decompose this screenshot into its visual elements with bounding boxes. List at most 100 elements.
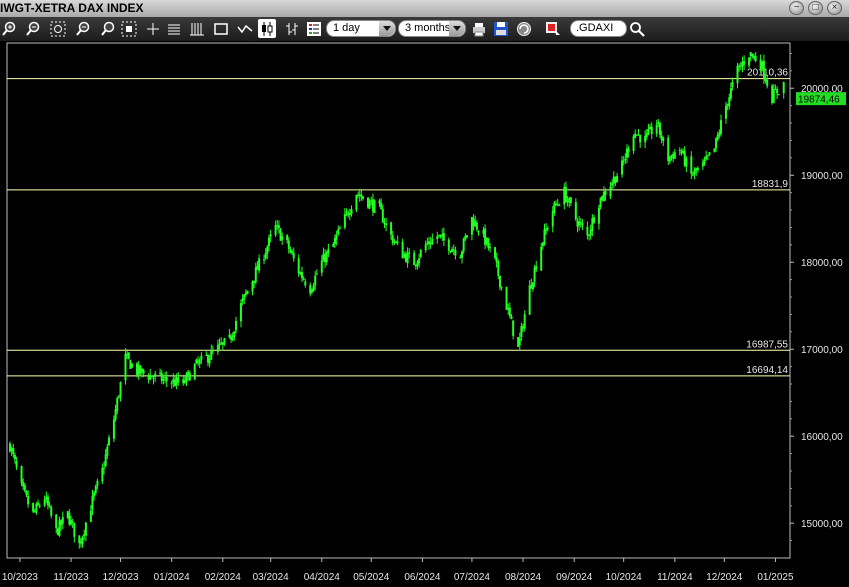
- refresh-icon[interactable]: [515, 19, 533, 38]
- interval-select[interactable]: 1 day: [326, 20, 396, 37]
- y-tick-label: 19000,00: [801, 171, 843, 182]
- close-icon[interactable]: ×: [827, 1, 842, 15]
- candle-body: [304, 281, 307, 286]
- candle-body: [71, 520, 74, 523]
- last-price-label: 19874,46: [798, 95, 840, 106]
- candle-body: [223, 338, 226, 345]
- x-tick-label: 05/2024: [353, 572, 390, 583]
- symbol-input[interactable]: .GDAXI: [570, 20, 627, 37]
- maximize-icon[interactable]: □: [808, 1, 823, 15]
- candle-body: [104, 454, 107, 467]
- candle-body: [73, 522, 76, 537]
- candle-body: [188, 372, 191, 381]
- candle-body: [706, 155, 709, 157]
- candle-body: [343, 213, 346, 228]
- legend-icon[interactable]: [305, 19, 323, 38]
- color-icon[interactable]: [544, 19, 562, 38]
- candle-body: [112, 419, 115, 439]
- candle-body: [246, 290, 249, 294]
- bar-style-icon[interactable]: [188, 19, 206, 38]
- line-chart-icon[interactable]: [236, 19, 254, 38]
- candle-body: [512, 320, 515, 337]
- candle-body: [736, 65, 739, 84]
- x-tick-label: 03/2024: [253, 572, 290, 583]
- candle-body: [170, 382, 173, 384]
- candle-body: [218, 343, 221, 346]
- x-tick-label: 01/2025: [757, 572, 794, 583]
- print-icon[interactable]: [470, 19, 488, 38]
- zoom-in-icon[interactable]: [0, 19, 18, 38]
- candle-body: [574, 202, 577, 220]
- candle-body: [505, 287, 508, 310]
- range-select[interactable]: 3 months: [398, 20, 466, 37]
- candle-body: [320, 260, 323, 273]
- x-tick-label: 07/2024: [454, 572, 491, 583]
- rectangle-icon[interactable]: [212, 19, 230, 38]
- candle-body: [23, 485, 26, 491]
- x-tick-label: 10/2024: [606, 572, 643, 583]
- horizontal-line-label: 16987,55: [746, 339, 788, 350]
- candle-body: [678, 149, 681, 151]
- candle-body: [210, 350, 213, 360]
- zoom-out-icon[interactable]: [24, 19, 42, 38]
- candle-body: [782, 82, 785, 94]
- candle-body: [297, 257, 300, 274]
- chevron-down-icon[interactable]: [379, 21, 395, 36]
- candle-body: [581, 223, 584, 226]
- candle-body: [127, 352, 130, 359]
- search-icon[interactable]: [628, 19, 646, 38]
- candle-style-icon[interactable]: [258, 19, 276, 38]
- x-tick-label: 08/2024: [505, 572, 542, 583]
- candle-body: [462, 238, 465, 252]
- y-tick-label: 15000,00: [801, 519, 843, 530]
- candle-body: [243, 294, 246, 300]
- candle-body: [106, 446, 109, 456]
- x-tick-label: 10/2023: [2, 572, 39, 583]
- save-icon[interactable]: [492, 19, 510, 38]
- candle-body: [101, 467, 104, 482]
- candle-body: [436, 236, 439, 240]
- candle-body: [381, 208, 384, 223]
- candle-body: [264, 253, 267, 259]
- x-tick-label: 04/2024: [304, 572, 341, 583]
- chevron-down-icon[interactable]: [449, 21, 465, 36]
- candle-body: [385, 223, 388, 226]
- candle-body: [690, 156, 693, 174]
- candle-body: [302, 278, 305, 280]
- candle-body: [442, 233, 445, 241]
- toolbar: 1 day 3 months .GDAXI: [0, 17, 849, 42]
- candle-body: [198, 359, 201, 364]
- zoom-in-x-icon[interactable]: [49, 19, 67, 38]
- zoom-out-x-icon[interactable]: [74, 19, 92, 38]
- x-tick-label: 06/2024: [404, 572, 441, 583]
- fit-icon[interactable]: [120, 19, 138, 38]
- candle-body: [150, 375, 153, 378]
- candle-body: [731, 81, 734, 88]
- crosshair-icon[interactable]: [144, 19, 162, 38]
- candle-body: [632, 136, 635, 152]
- candle-body: [662, 137, 665, 142]
- candle-body: [266, 246, 269, 254]
- candle-body: [748, 57, 751, 66]
- x-tick-label: 11/2023: [53, 572, 89, 583]
- candle-body: [708, 152, 711, 156]
- candle-body: [119, 381, 122, 397]
- candle-body: [325, 251, 328, 263]
- candle-body: [431, 238, 434, 244]
- candle-body: [494, 247, 497, 258]
- candle-body: [350, 209, 353, 215]
- horizontal-line-label: 20110,36: [747, 68, 788, 79]
- candle-body: [762, 60, 765, 78]
- candle-body: [37, 502, 40, 505]
- list-icon[interactable]: [165, 19, 183, 38]
- zoom-out-y-icon[interactable]: [99, 19, 117, 38]
- y-tick-label: 16000,00: [801, 432, 843, 443]
- candle-body: [477, 231, 480, 233]
- candle-body: [510, 316, 513, 320]
- minimize-icon[interactable]: −: [789, 1, 804, 15]
- ohlc-style-icon[interactable]: [283, 19, 301, 38]
- price-chart[interactable]: 20110,36 18831,9 16987,55 16694,14 15000,00…: [0, 41, 849, 587]
- window-title: IWGT-XETRA DAX INDEX: [0, 1, 144, 15]
- candle-body: [475, 222, 478, 230]
- candle-body: [592, 217, 595, 223]
